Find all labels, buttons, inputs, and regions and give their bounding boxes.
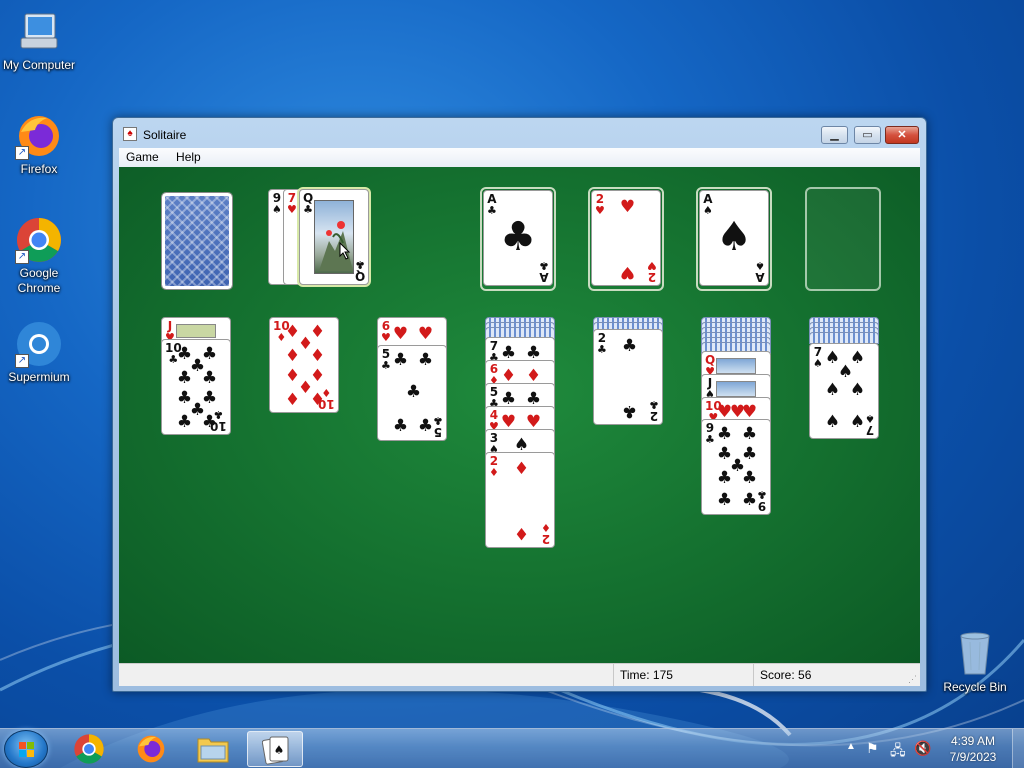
system-tray: ▲ ⚑ 🖧 🔇 [840,729,938,768]
taskbar-solitaire[interactable]: ♠ [247,731,303,767]
tableau-7-7-spades[interactable]: 7 ♠ ♠ ♠ ♠ ♠ ♠ ♠ ♠ 7 ♠ [809,343,879,439]
desktop-icon-google-chrome[interactable]: ↗ Google Chrome [0,216,81,296]
game-table: 9 ♠ 7 ♥ Q ♣ Q ♣ A ♣ ♣ A ♣ 2 ♥ ♥ ♥ 2 ♥ A … [119,167,920,663]
volume-muted-icon[interactable]: 🔇 [914,740,931,757]
firefox-icon: ↗ [15,112,63,160]
title-bar[interactable]: ♠ Solitaire ▁ ▭ ✕ [113,118,926,148]
desktop-icon-label: Supermium [8,370,70,384]
shortcut-arrow-icon: ↗ [15,146,29,160]
tableau-1-10-clubs[interactable]: 10 ♣ ♣ ♣ ♣ ♣ ♣ ♣ ♣ ♣ ♣ ♣ 10 ♣ [161,339,231,435]
menu-help[interactable]: Help [169,148,208,167]
close-button[interactable]: ✕ [885,126,919,144]
start-button[interactable] [4,730,48,768]
desktop-icon-label: Recycle Bin [943,680,1007,694]
computer-icon [15,8,63,56]
supermium-icon: ↗ [15,320,63,368]
foundation-slot-4-empty[interactable] [805,187,881,291]
chrome-icon [74,734,104,764]
score-label: Score: [760,668,795,682]
time-status: Time: 175 [613,664,753,686]
shortcut-arrow-icon: ↗ [15,354,29,368]
solitaire-window: ♠ Solitaire ▁ ▭ ✕ Game Help 9 ♠ 7 ♥ Q ♣ … [112,117,927,692]
menu-bar: Game Help [119,148,920,167]
desktop-icon-recycle-bin[interactable]: Recycle Bin [933,630,1017,695]
tableau-4-2-diamonds[interactable]: 2 ♦ ♦ ♦ 2 ♦ [485,452,555,548]
solitaire-app-icon: ♠ [123,127,137,141]
queen-face-art [314,200,354,274]
taskbar-chrome[interactable] [61,731,117,767]
taskbar-file-explorer[interactable] [185,731,241,767]
resize-grip-icon[interactable]: ⋰ [908,674,918,684]
mouse-cursor [339,242,351,260]
file-explorer-icon [197,738,229,763]
shortcut-arrow-icon: ↗ [15,250,29,264]
score-status: Score: 56 [753,664,908,686]
tableau-2-10-diamonds[interactable]: 10 ♦ ♦ ♦ ♦ ♦ ♦ ♦ ♦ ♦ ♦ ♦ 10 ♦ [269,317,339,413]
svg-text:♠: ♠ [274,743,285,757]
tableau-6-9-clubs[interactable]: 9 ♣ ♣ ♣ ♣ ♣ ♣ ♣ ♣ ♣ ♣ 9 ♣ [701,419,771,515]
time-label: Time: [620,668,650,682]
menu-game[interactable]: Game [119,148,166,167]
desktop-icon-label: My Computer [2,58,76,72]
foundation-ace-clubs[interactable]: A ♣ ♣ A ♣ [483,190,553,286]
tableau-3-5-clubs[interactable]: 5 ♣ ♣ ♣ ♣ ♣ ♣ 5 ♣ [377,345,447,441]
clock-time: 4:39 AM [950,734,996,748]
clock-date: 7/9/2023 [949,750,997,764]
window-title: Solitaire [143,128,187,142]
time-value: 175 [652,668,673,682]
tableau-5-2-clubs[interactable]: 2 ♣ ♣ ♣ 2 ♣ [593,329,663,425]
desktop-icon-firefox[interactable]: ↗ Firefox [0,112,81,177]
desktop-icon-supermium[interactable]: ↗ Supermium [0,320,81,385]
network-icon[interactable]: 🖧 [890,740,906,764]
maximize-button[interactable]: ▭ [854,126,881,144]
recycle-bin-icon [951,630,999,678]
chrome-icon: ↗ [15,216,63,264]
foundation-ace-spades[interactable]: A ♠ ♠ A ♠ [699,190,769,286]
minimize-button[interactable]: ▁ [821,126,848,144]
desktop-icon-label: Google Chrome [17,266,61,295]
taskbar-firefox[interactable] [123,731,179,767]
solitaire-icon: ♠ [262,736,289,765]
waste-card-queen-clubs[interactable]: Q ♣ Q ♣ [299,189,369,285]
status-bar: Time: 175 Score: 56 ⋰ [119,663,920,686]
show-desktop-button[interactable] [1012,729,1024,768]
score-value: 56 [798,668,812,682]
firefox-icon [137,735,165,763]
desktop-icon-label: Firefox [20,162,58,176]
taskbar: ♠ ▲ ⚑ 🖧 🔇 4:39 AM 7/9/2023 [0,728,1024,768]
windows-logo-icon [19,742,35,758]
show-hidden-icons-icon[interactable]: ▲ [846,741,856,752]
action-center-flag-icon[interactable]: ⚑ [866,740,879,757]
clock[interactable]: 4:39 AM 7/9/2023 [938,733,1008,765]
stock-pile[interactable] [161,192,233,290]
foundation-2-hearts[interactable]: 2 ♥ ♥ ♥ 2 ♥ [591,190,661,286]
desktop-icon-my-computer[interactable]: My Computer [0,8,81,73]
